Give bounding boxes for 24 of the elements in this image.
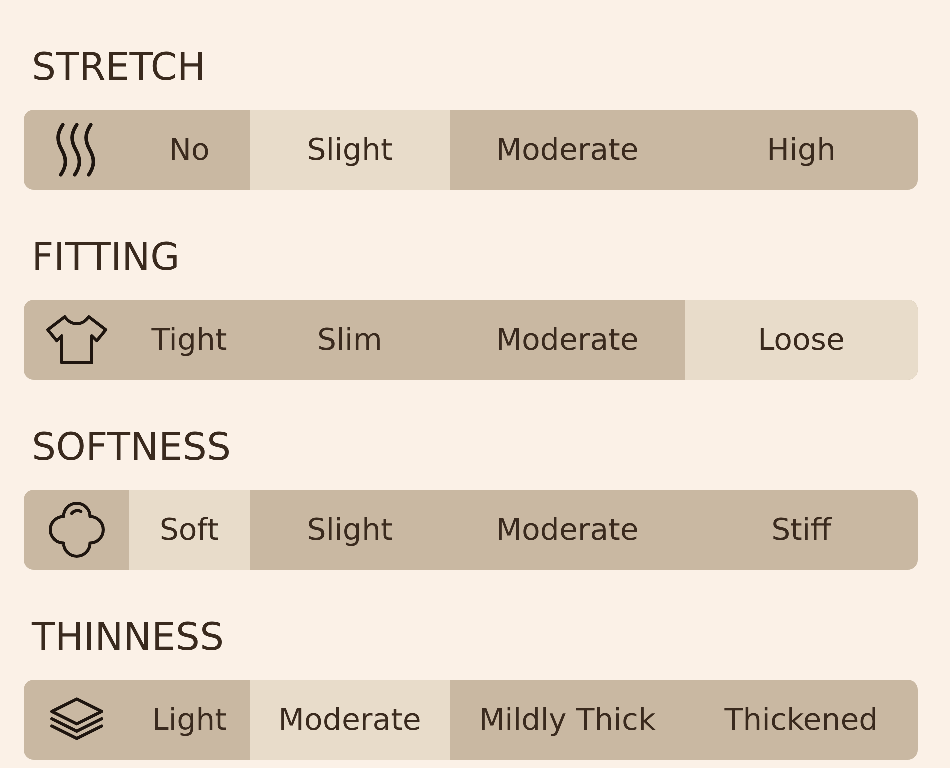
segment-option[interactable]: Moderate [250, 680, 450, 760]
segment-option[interactable]: Light [129, 680, 250, 760]
segment-option[interactable]: Thickened [685, 680, 918, 760]
segment-option[interactable]: Slight [250, 110, 450, 190]
segment-option[interactable]: Moderate [450, 490, 685, 570]
t-shirt-icon [44, 314, 110, 366]
section-heading: THINNESS [32, 614, 224, 660]
segment-option[interactable]: High [685, 110, 918, 190]
segment-option[interactable]: Soft [129, 490, 250, 570]
segment-option[interactable]: Mildly Thick [450, 680, 685, 760]
cloud-icon [48, 502, 104, 558]
segment-option[interactable]: Slight [250, 490, 450, 570]
segment-option[interactable]: Loose [685, 300, 918, 380]
segment-option[interactable]: Moderate [450, 110, 685, 190]
section-heading: SOFTNESS [32, 424, 232, 470]
waves-icon [54, 122, 98, 178]
layers-icon [50, 697, 104, 743]
segment-option[interactable]: Stiff [685, 490, 918, 570]
segment-option[interactable]: Slim [250, 300, 450, 380]
segment-option[interactable]: No [129, 110, 250, 190]
section-heading: FITTING [32, 234, 180, 280]
segment-option[interactable]: Tight [129, 300, 250, 380]
section-heading: STRETCH [32, 44, 206, 90]
segment-option[interactable]: Moderate [450, 300, 685, 380]
